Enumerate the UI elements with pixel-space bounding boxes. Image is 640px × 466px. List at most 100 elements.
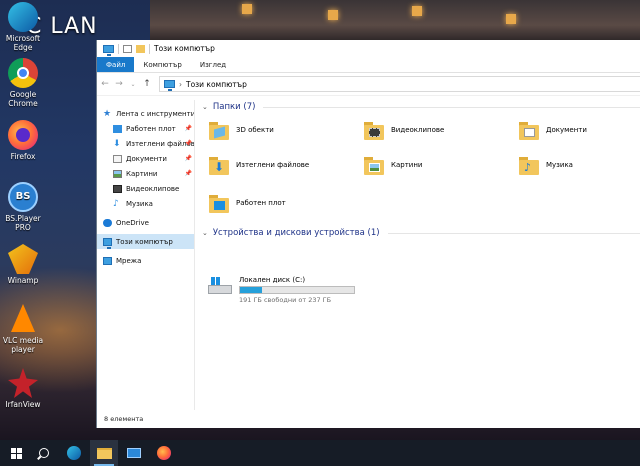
folders-grid: 3D обекти Видеоклипове Документи ⬇ Изтег… <box>200 114 640 226</box>
search-button[interactable] <box>30 440 58 466</box>
desktop-icon-irfanview[interactable]: IrfanView <box>2 368 44 409</box>
folder-label: Картини <box>391 161 423 169</box>
desktop-folder-icon <box>113 124 122 133</box>
folder-desktop[interactable]: Работен плот <box>208 192 286 214</box>
breadcrumb-chevron-icon[interactable]: › <box>179 80 182 89</box>
firefox-icon <box>8 120 38 150</box>
sidebar-item-pictures[interactable]: Картини 📌 <box>97 166 194 181</box>
downloads-folder-icon: ⬇ <box>208 154 230 176</box>
desktop-icon-vlc[interactable]: VLC media player <box>2 304 44 354</box>
sidebar-item-downloads[interactable]: ⬇ Изтеглени файлове 📌 <box>97 136 194 151</box>
sidebar-item-desktop[interactable]: Работен плот 📌 <box>97 121 194 136</box>
back-arrow-icon[interactable]: ← <box>99 79 111 89</box>
sidebar-item-label: OneDrive <box>116 218 149 227</box>
folder-3d-objects[interactable]: 3D обекти <box>208 119 274 141</box>
content-pane: ⌄ Папки (7) 3D обекти Видеоклипове Докум… <box>200 100 640 410</box>
collapse-chevron-icon[interactable]: ⌄ <box>202 103 208 111</box>
windows-logo-icon <box>10 447 22 459</box>
folder-label: Видеоклипове <box>391 126 445 134</box>
sidebar-item-quick-access[interactable]: ★ Лента с инструменти <box>97 106 194 121</box>
desktop-icon-edge[interactable]: Microsoft Edge <box>2 2 44 52</box>
sidebar-item-documents[interactable]: Документи 📌 <box>97 151 194 166</box>
desktop-icon-label: Winamp <box>7 276 39 285</box>
folder-music[interactable]: ♪ Музика <box>518 154 573 176</box>
status-bar-item-count: 8 елемента <box>104 415 144 423</box>
folders-group-header[interactable]: ⌄ Папки (7) <box>200 100 640 114</box>
winamp-icon <box>8 244 38 274</box>
documents-icon <box>113 154 122 163</box>
sidebar-item-label: Лента с инструменти <box>116 109 194 118</box>
computer-icon <box>103 44 114 56</box>
taskbar-firefox[interactable] <box>150 440 178 466</box>
mail-icon <box>127 448 141 458</box>
taskbar-mail[interactable] <box>120 440 148 466</box>
drive-usage-fill <box>240 287 263 293</box>
folder-documents[interactable]: Документи <box>518 119 587 141</box>
sidebar-item-label: Картини <box>126 169 158 178</box>
devices-group-header[interactable]: ⌄ Устройства и дискови устройства (1) <box>200 226 640 240</box>
vlc-icon <box>8 304 38 334</box>
tab-computer[interactable]: Компютър <box>134 57 190 72</box>
bsplayer-icon: BS <box>8 182 38 212</box>
pictures-icon <box>113 169 122 178</box>
up-arrow-icon[interactable]: ↑ <box>141 79 153 89</box>
desktop-icon-chrome[interactable]: Google Chrome <box>2 58 44 108</box>
search-icon <box>39 448 49 458</box>
folder-label: Работен плот <box>236 199 286 207</box>
desktop-icon-winamp[interactable]: Winamp <box>2 244 44 285</box>
pin-icon[interactable]: 📌 <box>185 125 192 132</box>
castle-window <box>506 14 516 24</box>
folder-videos[interactable]: Видеоклипове <box>363 119 444 141</box>
desktop-icon-firefox[interactable]: Firefox <box>2 120 44 161</box>
desktop-icon-label: Firefox <box>10 152 36 161</box>
properties-icon[interactable] <box>123 44 132 53</box>
collapse-chevron-icon[interactable]: ⌄ <box>202 229 208 237</box>
pin-icon[interactable]: 📌 <box>185 155 192 162</box>
recent-chevron-icon[interactable]: ⌄ <box>127 81 139 88</box>
forward-arrow-icon[interactable]: → <box>113 79 125 89</box>
desktop-icon-label: Microsoft Edge <box>5 34 41 52</box>
drive-usage-bar <box>239 286 355 294</box>
tab-view[interactable]: Изглед <box>191 57 235 72</box>
drive-local-c[interactable]: Локален диск (C:) 191 ГБ свободни от 237… <box>207 276 355 304</box>
taskbar-edge[interactable] <box>60 440 88 466</box>
address-bar[interactable]: › Този компютър <box>159 76 640 92</box>
pin-icon[interactable]: 📌 <box>185 170 192 177</box>
sidebar-item-network[interactable]: Мрежа <box>97 253 194 268</box>
folder-downloads[interactable]: ⬇ Изтеглени файлове <box>208 154 309 176</box>
sidebar-item-label: Работен плот <box>126 124 176 133</box>
sidebar-item-music[interactable]: ♪ Музика <box>97 196 194 211</box>
sidebar-item-videos[interactable]: Видеоклипове <box>97 181 194 196</box>
desktop-icon-bsplayer[interactable]: BS BS.Player PRO <box>2 182 44 232</box>
address-text: Този компютър <box>186 79 247 89</box>
pin-icon[interactable]: 📌 <box>185 140 192 147</box>
sidebar-item-label: Документи <box>126 154 167 163</box>
pictures-folder-icon <box>363 154 385 176</box>
folder-label: Изтеглени файлове <box>236 161 310 169</box>
edge-icon <box>8 2 38 32</box>
folder-icon <box>96 447 112 459</box>
desktop-folder-icon <box>208 192 230 214</box>
folder-label: 3D обекти <box>236 126 274 134</box>
folder-label: Документи <box>546 126 587 134</box>
edge-icon <box>67 446 81 460</box>
desktop-icon-label: Google Chrome <box>8 90 38 108</box>
computer-icon <box>164 80 175 91</box>
group-divider <box>263 106 640 108</box>
tab-file[interactable]: Файл <box>97 57 135 72</box>
new-folder-icon[interactable] <box>136 44 145 53</box>
firefox-icon <box>157 446 171 460</box>
sidebar-item-label: Видеоклипове <box>126 184 180 193</box>
castle-window <box>328 10 338 20</box>
sidebar-item-label: Този компютър <box>116 237 173 246</box>
folder-pictures[interactable]: Картини <box>363 154 422 176</box>
documents-folder-icon <box>518 119 540 141</box>
taskbar-file-explorer[interactable] <box>90 440 118 466</box>
cloud-icon <box>103 218 112 227</box>
castle-window <box>242 4 252 14</box>
irfanview-icon <box>8 368 38 398</box>
start-button[interactable] <box>2 440 30 466</box>
sidebar-item-this-pc[interactable]: Този компютър <box>97 234 194 249</box>
title-separator <box>118 43 119 54</box>
sidebar-item-onedrive[interactable]: OneDrive <box>97 215 194 230</box>
